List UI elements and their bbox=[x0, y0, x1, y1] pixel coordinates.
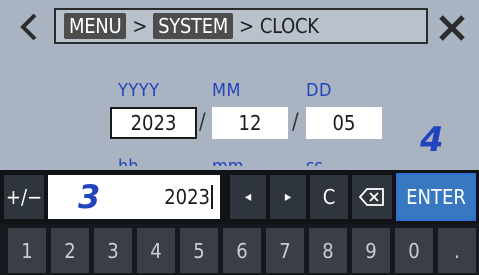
step-callout-4: 4 bbox=[420, 120, 444, 160]
enter-button[interactable]: ENTER bbox=[396, 173, 476, 221]
caret-left-icon: ◂ bbox=[244, 189, 252, 205]
month-field[interactable]: 12 bbox=[212, 107, 288, 139]
numpad-key-1[interactable]: 1 bbox=[8, 228, 46, 273]
back-button[interactable] bbox=[12, 10, 46, 44]
entry-bar: +/− 3 2023 ◂ ▸ C ENTER bbox=[0, 170, 479, 224]
input-value: 2023 bbox=[164, 185, 210, 209]
close-icon bbox=[439, 15, 465, 41]
cursor-right-button[interactable]: ▸ bbox=[270, 175, 306, 219]
caret-right-icon: ▸ bbox=[284, 189, 292, 205]
breadcrumb: MENU > SYSTEM > CLOCK bbox=[54, 8, 428, 44]
chevron-left-icon bbox=[20, 13, 37, 41]
year-field[interactable]: 2023 bbox=[110, 107, 197, 139]
numpad-key-6[interactable]: 6 bbox=[223, 228, 261, 273]
breadcrumb-menu[interactable]: MENU bbox=[64, 13, 127, 39]
backspace-button[interactable] bbox=[352, 175, 392, 219]
second-label: ss bbox=[306, 157, 323, 166]
hour-label: hh bbox=[118, 157, 139, 166]
value-input[interactable]: 3 2023 bbox=[48, 175, 220, 219]
date-separator: / bbox=[292, 110, 299, 135]
sign-toggle-button[interactable]: +/− bbox=[4, 175, 44, 219]
day-label: DD bbox=[306, 80, 332, 101]
year-label: YYYY bbox=[118, 80, 160, 101]
breadcrumb-clock: CLOCK bbox=[259, 14, 319, 38]
day-field[interactable]: 05 bbox=[306, 107, 382, 139]
close-button[interactable] bbox=[436, 12, 468, 44]
breadcrumb-separator: > bbox=[132, 14, 148, 38]
numpad-key-7[interactable]: 7 bbox=[266, 228, 304, 273]
step-callout-3: 3 bbox=[78, 178, 101, 216]
text-caret bbox=[211, 185, 213, 209]
month-label: MM bbox=[212, 80, 241, 101]
minute-label: mm bbox=[212, 157, 244, 166]
numpad-key-5[interactable]: 5 bbox=[180, 228, 218, 273]
breadcrumb-separator: > bbox=[239, 14, 254, 38]
numpad-key-8[interactable]: 8 bbox=[309, 228, 347, 273]
numpad-key-4[interactable]: 4 bbox=[137, 228, 175, 273]
header-bar: MENU > SYSTEM > CLOCK bbox=[0, 0, 479, 52]
numpad-key-decimal[interactable]: . bbox=[438, 228, 476, 273]
cursor-left-button[interactable]: ◂ bbox=[230, 175, 266, 219]
numpad-key-2[interactable]: 2 bbox=[51, 228, 89, 273]
numpad-key-3[interactable]: 3 bbox=[94, 228, 132, 273]
numpad-key-9[interactable]: 9 bbox=[352, 228, 390, 273]
breadcrumb-system[interactable]: SYSTEM bbox=[153, 13, 234, 39]
backspace-icon bbox=[359, 188, 384, 206]
clear-button[interactable]: C bbox=[310, 175, 348, 219]
numpad: 1 2 3 4 5 6 7 8 9 0 . bbox=[0, 224, 479, 275]
date-separator: / bbox=[199, 110, 206, 135]
numpad-key-0[interactable]: 0 bbox=[395, 228, 433, 273]
